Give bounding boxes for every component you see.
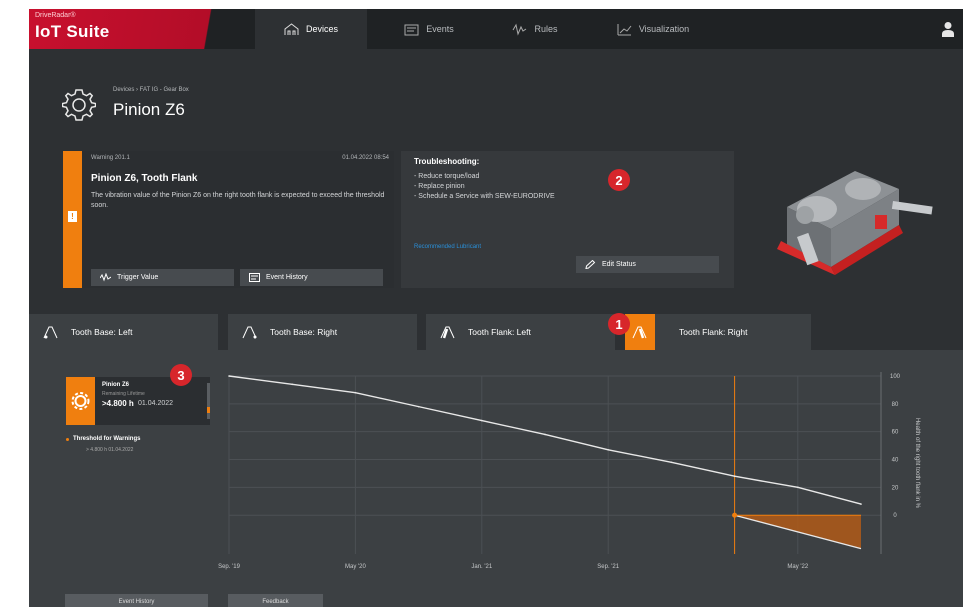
chart-panel: Pinion Z6 Remaining Lifetime >4.800 h 01… — [29, 350, 963, 607]
series-line — [228, 375, 862, 505]
series-point — [544, 433, 546, 436]
trigger-value-label: Trigger Value — [117, 274, 159, 281]
top-nav-bar: DriveRadar® IoT Suite Devices Events Rul… — [29, 9, 963, 49]
tooth-flank-right-icon — [632, 326, 647, 339]
nav-tab-devices[interactable]: Devices — [255, 9, 367, 49]
tab-tooth-flank-left[interactable]: Tooth Flank: Left — [426, 314, 615, 350]
rules-icon — [513, 23, 527, 36]
nav-tab-events[interactable]: Events — [379, 9, 479, 49]
x-tick-label: Sep. '19 — [218, 564, 240, 570]
list-item: - Schedule a Service with SEW-EURODRIVE — [414, 193, 555, 200]
annotation-badge-2: 2 — [608, 169, 630, 191]
event-history-label: Event History — [266, 274, 308, 281]
series-point — [291, 383, 294, 386]
user-icon[interactable] — [941, 21, 955, 37]
x-tick-label: May '20 — [345, 564, 366, 570]
y-tick-label: 100 — [890, 374, 901, 380]
health-line-chart: 100 80 60 40 20 0 Sep. '19 May '20 Jan. '21 Sep. … — [218, 372, 920, 570]
gear-icon — [62, 89, 96, 121]
tooth-base-left-icon — [43, 326, 58, 339]
warning-card: ! Warning 201.1 01.04.2022 08:54 Pinion … — [63, 151, 394, 288]
tooth-base-right-icon — [242, 326, 257, 339]
trigger-value-button[interactable]: Trigger Value — [91, 269, 234, 286]
nav-tab-label: Visualization — [638, 24, 690, 34]
page-title: Pinion Z6 — [113, 100, 185, 119]
chart-tabs: Tooth Base: Left Tooth Base: Right Tooth… — [29, 306, 963, 350]
nav-tab-label: Devices — [305, 24, 338, 34]
event-history-icon — [249, 273, 260, 282]
troubleshooting-card: Troubleshooting: - Reduce torque/load - … — [401, 151, 734, 288]
tab-tooth-flank-right[interactable]: Tooth Flank: Right — [625, 314, 811, 350]
tab-label: Tooth Flank: Right — [679, 327, 748, 337]
tab-active-indicator — [625, 314, 655, 350]
series-point — [481, 419, 483, 422]
edit-status-button[interactable]: Edit Status — [576, 256, 719, 273]
series-point — [797, 486, 799, 489]
x-tick-label: Jan. '21 — [471, 564, 492, 570]
warning-timestamp: 01.04.2022 08:54 — [342, 155, 389, 161]
series-point — [860, 503, 862, 505]
series-point — [228, 375, 230, 377]
annotation-badge-1: 1 — [608, 313, 630, 335]
visualization-icon — [617, 23, 632, 35]
nav-tab-visualization[interactable]: Visualization — [593, 9, 713, 49]
series-point — [733, 475, 736, 478]
tab-tooth-base-left[interactable]: Tooth Base: Left — [29, 314, 218, 350]
tooth-flank-left-icon — [440, 326, 455, 339]
series-point — [354, 391, 357, 394]
recommended-lubricant-link[interactable]: Recommended Lubricant — [414, 244, 481, 250]
troubleshooting-list: - Reduce torque/load - Replace pinion - … — [414, 172, 555, 202]
x-tick-label: May '22 — [787, 564, 808, 570]
y-tick-label: 80 — [892, 402, 899, 408]
edit-status-label: Edit Status — [602, 261, 636, 268]
feedback-button[interactable]: Feedback — [228, 594, 323, 607]
tab-label: Tooth Base: Left — [71, 327, 133, 337]
series-point — [670, 461, 673, 464]
series-point — [607, 448, 609, 451]
tab-label: Tooth Base: Right — [270, 327, 338, 337]
warning-description: The vibration value of the Pinion Z6 on … — [91, 192, 385, 209]
threshold-crossing-point — [732, 512, 738, 518]
y-tick-label: 40 — [892, 458, 899, 464]
pencil-icon — [585, 260, 596, 269]
gearbox-illustration — [777, 171, 933, 275]
nav-tab-rules[interactable]: Rules — [491, 9, 579, 49]
app-window: DriveRadar® IoT Suite Devices Events Rul… — [29, 9, 963, 607]
event-history-button[interactable]: Event History — [240, 269, 383, 286]
list-item: - Replace pinion — [414, 183, 465, 190]
tab-label: Tooth Flank: Left — [468, 327, 531, 337]
y-tick-label: 20 — [892, 485, 899, 491]
y-tick-label: 60 — [892, 430, 899, 436]
logo-title: IoT Suite — [35, 22, 110, 41]
tab-tooth-base-right[interactable]: Tooth Base: Right — [228, 314, 417, 350]
devices-icon — [284, 22, 299, 35]
series-point — [417, 405, 420, 408]
events-icon — [404, 24, 419, 35]
logo-subtitle: DriveRadar® — [35, 12, 76, 19]
warning-title: Pinion Z6, Tooth Flank — [91, 173, 198, 184]
app-logo[interactable]: DriveRadar® IoT Suite — [29, 9, 249, 49]
annotation-badge-3: 3 — [170, 364, 192, 386]
panel-event-history-button[interactable]: Event History — [65, 594, 208, 607]
x-tick-label: Sep. '21 — [597, 564, 619, 570]
y-tick-label: 0 — [893, 513, 897, 519]
breadcrumb[interactable]: Devices › FAT IG - Gear Box — [113, 87, 189, 93]
warning-id: Warning 201.1 — [91, 155, 130, 161]
nav-tab-label: Events — [426, 24, 454, 34]
troubleshooting-title: Troubleshooting: — [414, 157, 480, 166]
nav-tab-label: Rules — [534, 24, 558, 34]
trigger-value-icon — [100, 273, 111, 282]
list-item: - Reduce torque/load — [414, 173, 480, 180]
warning-status-strip: ! — [63, 151, 82, 288]
warning-icon: ! — [68, 211, 77, 222]
y-axis-label: Health of the right tooth flank in % — [914, 418, 920, 509]
